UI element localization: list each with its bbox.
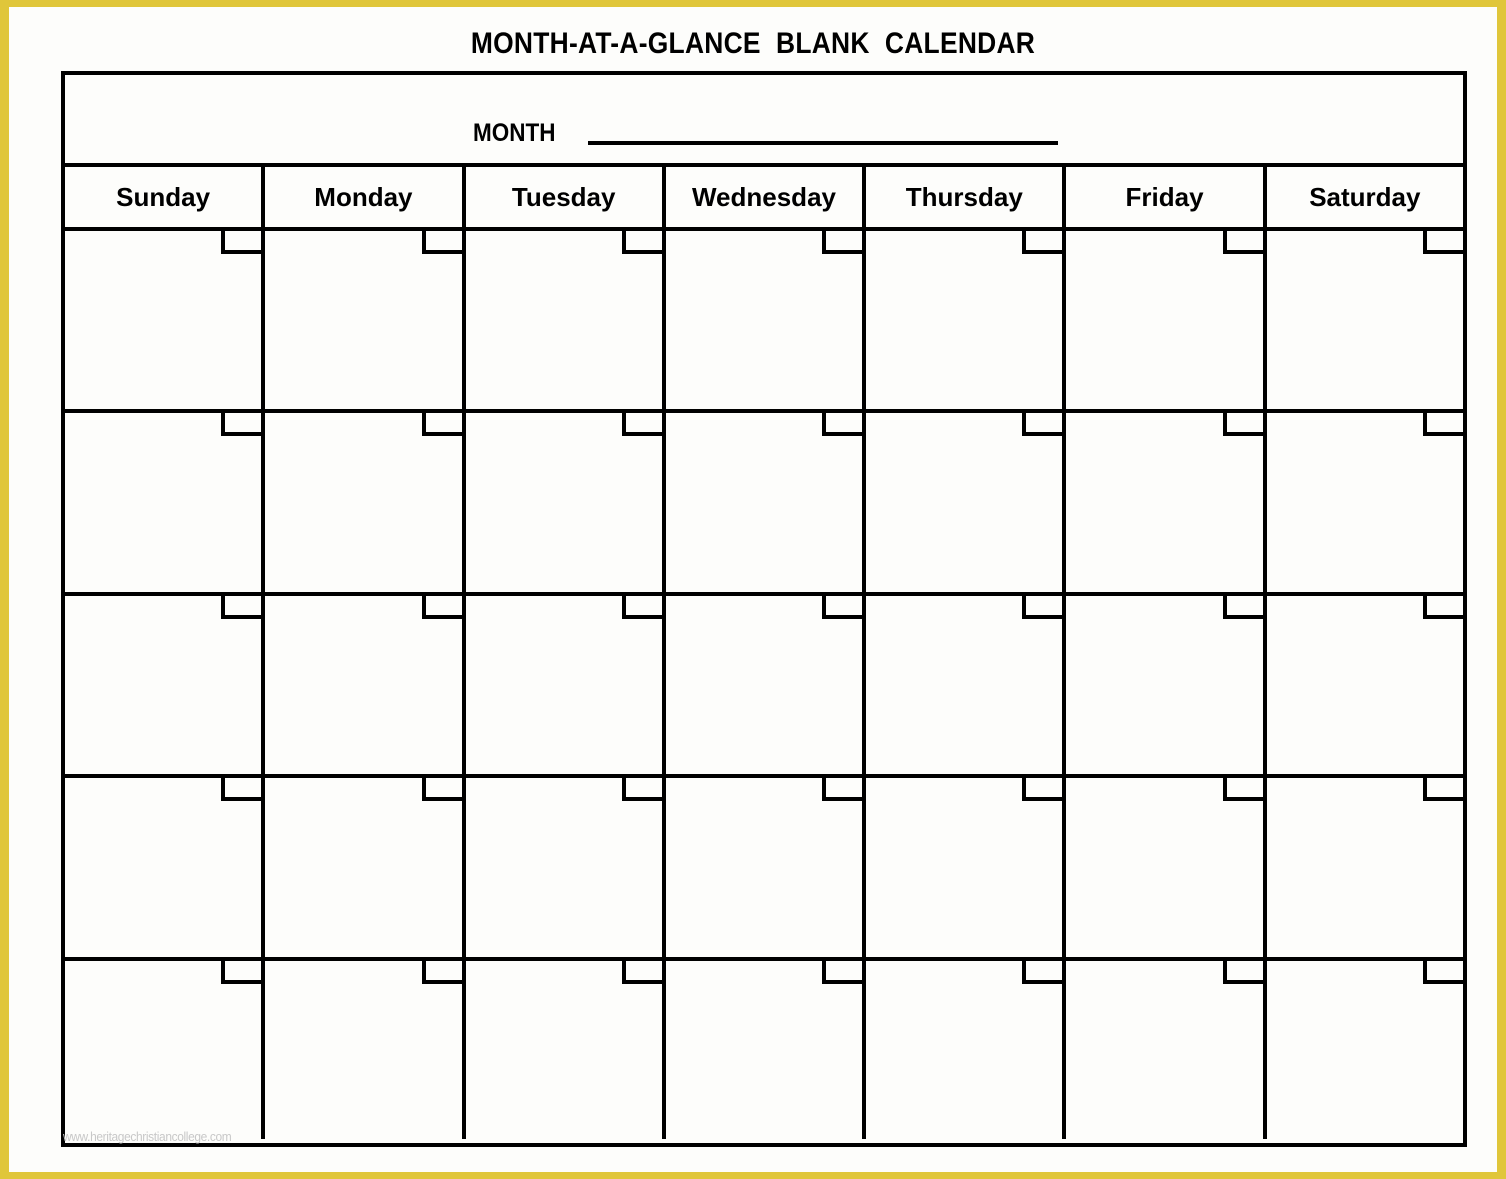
month-input-line[interactable] — [588, 141, 1058, 145]
date-number-box[interactable] — [221, 231, 262, 254]
calendar-day-cell[interactable] — [1266, 595, 1463, 775]
month-header-band: MONTH — [65, 75, 1463, 167]
date-number-box[interactable] — [221, 413, 262, 437]
page-title: MONTH-AT-A-GLANCE BLANK CALENDAR — [470, 27, 1036, 60]
calendar-day-cell[interactable] — [1066, 595, 1267, 775]
calendar-day-cell[interactable] — [1266, 413, 1463, 592]
date-number-box[interactable] — [1022, 231, 1063, 254]
calendar-table: MONTH Sunday Monday Tuesday Wednesday Th… — [61, 71, 1467, 1147]
date-number-box[interactable] — [822, 595, 863, 619]
calendar-day-cell[interactable] — [665, 960, 867, 1140]
weekday-header-thursday: Thursday — [866, 167, 1067, 227]
calendar-day-cell[interactable] — [465, 595, 666, 775]
calendar-day-cell[interactable] — [1066, 960, 1267, 1140]
calendar-day-cell[interactable] — [265, 231, 466, 410]
calendar-day-cell[interactable] — [866, 778, 1067, 957]
calendar-day-cell[interactable] — [265, 778, 466, 957]
calendar-day-cell[interactable] — [65, 413, 266, 592]
calendar-week-row — [65, 231, 1463, 414]
calendar-week-row — [65, 595, 1463, 779]
calendar-day-cell[interactable] — [866, 960, 1067, 1140]
date-number-box[interactable] — [221, 778, 262, 802]
calendar-day-cell[interactable] — [465, 778, 666, 957]
weekday-label: Sunday — [116, 181, 211, 212]
date-number-box[interactable] — [1422, 595, 1463, 619]
calendar-day-cell[interactable] — [65, 778, 266, 957]
date-number-box[interactable] — [421, 595, 462, 619]
weekday-header-sunday: Sunday — [65, 167, 266, 227]
calendar-day-cell[interactable] — [465, 413, 666, 592]
date-number-box[interactable] — [621, 413, 662, 437]
calendar-day-cell[interactable] — [1066, 413, 1267, 592]
date-number-box[interactable] — [1022, 778, 1063, 802]
calendar-day-cell[interactable] — [265, 595, 466, 775]
date-number-box[interactable] — [1222, 413, 1263, 437]
weekday-header-monday: Monday — [265, 167, 466, 227]
date-number-box[interactable] — [1022, 960, 1063, 984]
calendar-day-cell[interactable] — [465, 960, 666, 1140]
date-number-box[interactable] — [1422, 960, 1463, 984]
calendar-day-cell[interactable] — [265, 960, 466, 1140]
weekday-label: Tuesday — [511, 181, 616, 212]
date-number-box[interactable] — [1022, 595, 1063, 619]
weekday-header-friday: Friday — [1066, 167, 1267, 227]
calendar-day-cell[interactable] — [1066, 231, 1267, 410]
date-number-box[interactable] — [822, 960, 863, 984]
date-number-box[interactable] — [1422, 413, 1463, 437]
date-number-box[interactable] — [1222, 231, 1263, 254]
date-number-box[interactable] — [421, 231, 462, 254]
calendar-page: MONTH-AT-A-GLANCE BLANK CALENDAR MONTH S… — [0, 0, 1506, 1179]
date-number-box[interactable] — [421, 413, 462, 437]
date-number-box[interactable] — [221, 595, 262, 619]
weekday-header-tuesday: Tuesday — [466, 167, 666, 227]
weekday-header-saturday: Saturday — [1267, 167, 1463, 227]
date-number-box[interactable] — [1422, 231, 1463, 254]
date-number-box[interactable] — [621, 231, 662, 254]
date-number-box[interactable] — [1222, 960, 1263, 984]
calendar-day-cell[interactable] — [665, 231, 867, 410]
calendar-day-cell[interactable] — [65, 960, 266, 1140]
calendar-day-cell[interactable] — [1266, 778, 1463, 957]
calendar-day-cell[interactable] — [1066, 778, 1267, 957]
calendar-day-cell[interactable] — [866, 413, 1067, 592]
date-number-box[interactable] — [1222, 778, 1263, 802]
calendar-day-cell[interactable] — [1266, 960, 1463, 1140]
date-number-box[interactable] — [621, 960, 662, 984]
date-number-box[interactable] — [1222, 595, 1263, 619]
date-number-box[interactable] — [421, 960, 462, 984]
weekday-header-wednesday: Wednesday — [666, 167, 867, 227]
weekday-header-row: Sunday Monday Tuesday Wednesday Thursday… — [65, 167, 1463, 231]
date-number-box[interactable] — [621, 778, 662, 802]
calendar-weeks — [65, 231, 1463, 1140]
calendar-day-cell[interactable] — [65, 595, 266, 775]
watermark: www.heritagechristiancollege.com — [63, 1129, 232, 1144]
calendar-day-cell[interactable] — [265, 413, 466, 592]
date-number-box[interactable] — [1022, 413, 1063, 437]
calendar-day-cell[interactable] — [1266, 231, 1463, 410]
weekday-label: Friday — [1125, 181, 1204, 212]
calendar-day-cell[interactable] — [65, 231, 266, 410]
calendar-day-cell[interactable] — [465, 231, 666, 410]
date-number-box[interactable] — [822, 231, 863, 254]
weekday-label: Wednesday — [691, 181, 836, 212]
date-number-box[interactable] — [421, 778, 462, 802]
calendar-week-row — [65, 960, 1463, 1140]
date-number-box[interactable] — [621, 595, 662, 619]
calendar-day-cell[interactable] — [665, 413, 867, 592]
date-number-box[interactable] — [822, 413, 863, 437]
weekday-label: Thursday — [905, 181, 1023, 212]
weekday-label: Saturday — [1309, 181, 1421, 212]
calendar-day-cell[interactable] — [665, 778, 867, 957]
calendar-day-cell[interactable] — [866, 595, 1067, 775]
calendar-day-cell[interactable] — [866, 231, 1067, 410]
date-number-box[interactable] — [1422, 778, 1463, 802]
month-label: MONTH — [473, 119, 556, 147]
calendar-week-row — [65, 413, 1463, 596]
calendar-week-row — [65, 778, 1463, 961]
calendar-day-cell[interactable] — [665, 595, 867, 775]
date-number-box[interactable] — [221, 960, 262, 984]
weekday-label: Monday — [314, 181, 413, 212]
date-number-box[interactable] — [822, 778, 863, 802]
